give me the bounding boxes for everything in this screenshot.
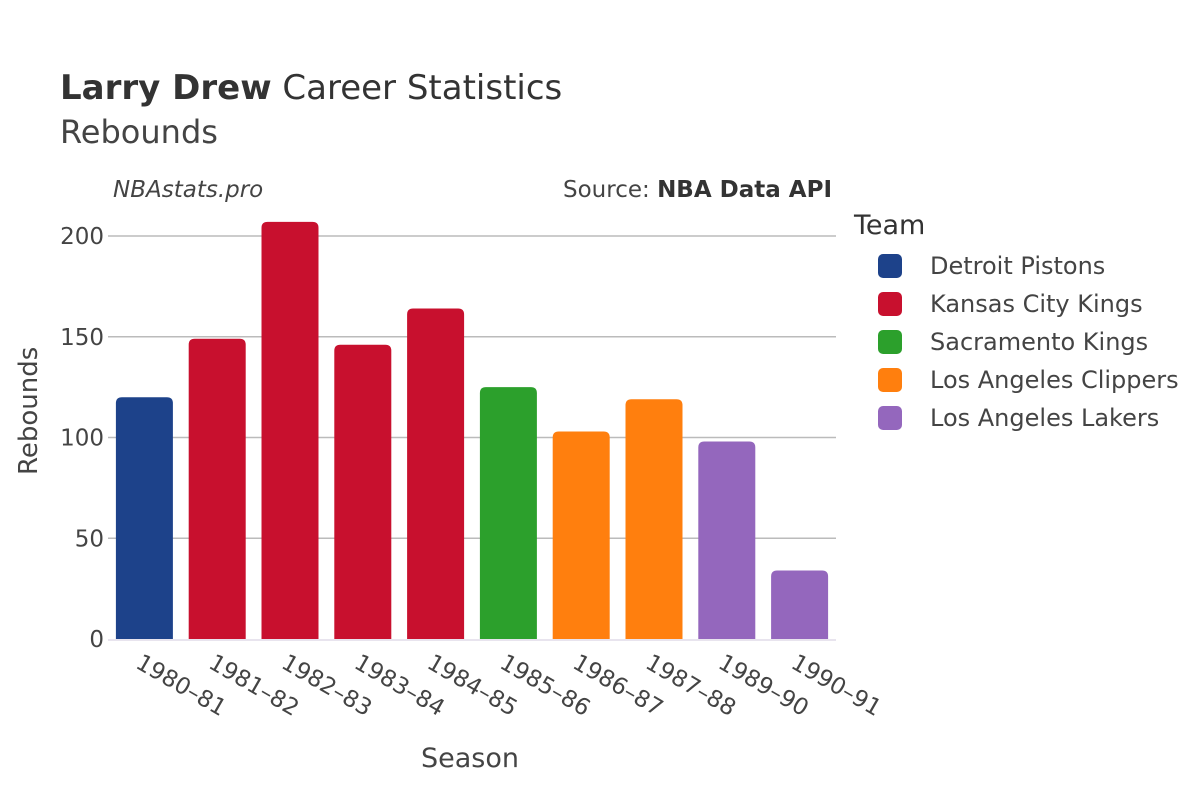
bar xyxy=(261,221,319,639)
legend-item[interactable]: Los Angeles Clippers xyxy=(878,365,1179,395)
legend-swatch xyxy=(878,330,902,354)
y-tick-label: 200 xyxy=(60,224,104,250)
legend-item[interactable]: Kansas City Kings xyxy=(878,289,1143,319)
legend-title: Team xyxy=(854,210,926,241)
legend-item[interactable]: Sacramento Kings xyxy=(878,327,1148,357)
bar-chart: 0501001502001980–811981–821982–831983–84… xyxy=(60,221,886,722)
legend-swatch xyxy=(878,254,902,278)
y-axis-label: Rebounds xyxy=(14,346,44,475)
legend-item[interactable]: Detroit Pistons xyxy=(878,251,1105,281)
bar xyxy=(552,431,610,639)
y-tick-label: 50 xyxy=(75,526,104,552)
bar xyxy=(334,344,392,639)
legend-label: Detroit Pistons xyxy=(930,252,1106,280)
legend-item[interactable]: Los Angeles Lakers xyxy=(878,403,1159,433)
bar xyxy=(479,387,537,639)
bar xyxy=(115,397,173,639)
legend-swatch xyxy=(878,368,902,392)
bar xyxy=(625,399,683,639)
y-tick-label: 150 xyxy=(60,325,104,351)
bar xyxy=(188,338,246,639)
legend-swatch xyxy=(878,406,902,430)
bar xyxy=(771,570,829,639)
legend-label: Sacramento Kings xyxy=(930,328,1149,356)
legend-label: Kansas City Kings xyxy=(930,290,1143,318)
x-axis-label: Season xyxy=(421,743,519,774)
y-tick-label: 0 xyxy=(89,627,104,653)
legend-label: Los Angeles Lakers xyxy=(930,404,1160,432)
y-tick-label: 100 xyxy=(60,426,104,452)
bar xyxy=(698,441,756,639)
legend-label: Los Angeles Clippers xyxy=(930,366,1179,394)
bar xyxy=(407,308,465,639)
legend-swatch xyxy=(878,292,902,316)
